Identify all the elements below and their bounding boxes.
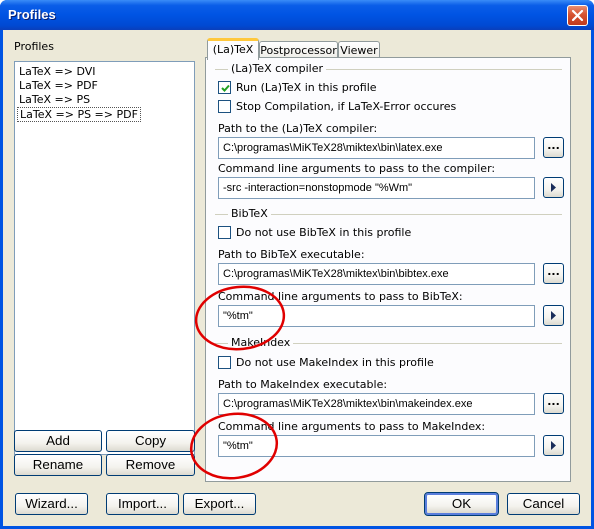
makeindex-path-label: Path to MakeIndex executable: <box>218 378 388 391</box>
group-title-makeindex: MakeIndex <box>228 336 294 349</box>
browse-makeindex-button[interactable]: ... <box>543 393 564 414</box>
disable-makeindex-checkbox[interactable] <box>218 356 231 369</box>
disable-bibtex-label[interactable]: Do not use BibTeX in this profile <box>236 226 411 239</box>
arrow-right-icon <box>551 183 556 192</box>
browse-latex-button[interactable]: ... <box>543 137 564 158</box>
latex-args-label: Command line arguments to pass to the co… <box>218 162 496 175</box>
wizard-button[interactable]: Wizard... <box>15 493 88 515</box>
browse-label: ... <box>547 139 560 152</box>
checkmark-icon <box>221 84 230 92</box>
browse-bibtex-button[interactable]: ... <box>543 263 564 284</box>
latex-path-field[interactable]: C:\programas\MiKTeX28\miktex\bin\latex.e… <box>218 137 535 159</box>
latex-args-menu-button[interactable] <box>543 177 564 198</box>
bibtex-args-label: Command line arguments to pass to BibTeX… <box>218 290 463 303</box>
rename-button[interactable]: Rename <box>14 454 102 476</box>
list-item[interactable]: LaTeX => PS <box>19 93 90 106</box>
browse-label: ... <box>547 265 560 278</box>
bibtex-args-menu-button[interactable] <box>543 305 564 326</box>
profiles-list[interactable]: LaTeX => DVI LaTeX => PDF LaTeX => PS La… <box>14 61 195 455</box>
bibtex-args-field[interactable]: "%tm" <box>218 305 535 327</box>
makeindex-args-menu-button[interactable] <box>543 435 564 456</box>
stop-compilation-label[interactable]: Stop Compilation, if LaTeX-Error occures <box>236 100 456 113</box>
list-item-selected[interactable]: LaTeX => PS => PDF <box>17 107 141 122</box>
group-title-bibtex: BibTeX <box>228 207 271 220</box>
disable-makeindex-label[interactable]: Do not use MakeIndex in this profile <box>236 356 434 369</box>
latex-path-label: Path to the (La)TeX compiler: <box>218 122 378 135</box>
export-button[interactable]: Export... <box>183 493 256 515</box>
tab-latex[interactable]: (La)TeX <box>207 38 259 60</box>
bibtex-path-field[interactable]: C:\programas\MiKTeX28\miktex\bin\bibtex.… <box>218 263 535 285</box>
arrow-right-icon <box>551 311 556 320</box>
import-button[interactable]: Import... <box>106 493 179 515</box>
group-title-latex: (La)TeX compiler <box>228 62 326 75</box>
window-title: Profiles <box>8 7 56 22</box>
browse-label: ... <box>547 395 560 408</box>
remove-button[interactable]: Remove <box>106 454 195 476</box>
close-icon <box>571 9 584 22</box>
run-latex-label[interactable]: Run (La)TeX in this profile <box>236 81 377 94</box>
ok-button[interactable]: OK <box>424 492 499 516</box>
tab-panel-latex: (La)TeX compiler Run (La)TeX in this pro… <box>205 57 571 482</box>
makeindex-args-label: Command line arguments to pass to MakeIn… <box>218 420 486 433</box>
latex-args-field[interactable]: -src -interaction=nonstopmode "%Wm" <box>218 177 535 199</box>
add-button[interactable]: Add <box>14 430 102 452</box>
copy-button[interactable]: Copy <box>106 430 195 452</box>
profiles-label: Profiles <box>14 40 54 53</box>
cancel-button[interactable]: Cancel <box>507 493 580 515</box>
disable-bibtex-checkbox[interactable] <box>218 226 231 239</box>
close-button[interactable] <box>567 5 588 26</box>
list-item[interactable]: LaTeX => PDF <box>19 79 98 92</box>
list-item[interactable]: LaTeX => DVI <box>19 65 96 78</box>
profiles-dialog: Profiles Profiles LaTeX => DVI LaTeX => … <box>0 0 594 529</box>
makeindex-args-field[interactable]: "%tm" <box>218 435 535 457</box>
stop-compilation-checkbox[interactable] <box>218 100 231 113</box>
title-bar[interactable]: Profiles <box>0 0 594 30</box>
dialog-client-area: Profiles LaTeX => DVI LaTeX => PDF LaTeX… <box>3 30 591 526</box>
makeindex-path-field[interactable]: C:\programas\MiKTeX28\miktex\bin\makeind… <box>218 393 535 415</box>
arrow-right-icon <box>551 441 556 450</box>
run-latex-checkbox[interactable] <box>218 81 231 94</box>
bibtex-path-label: Path to BibTeX executable: <box>218 248 365 261</box>
